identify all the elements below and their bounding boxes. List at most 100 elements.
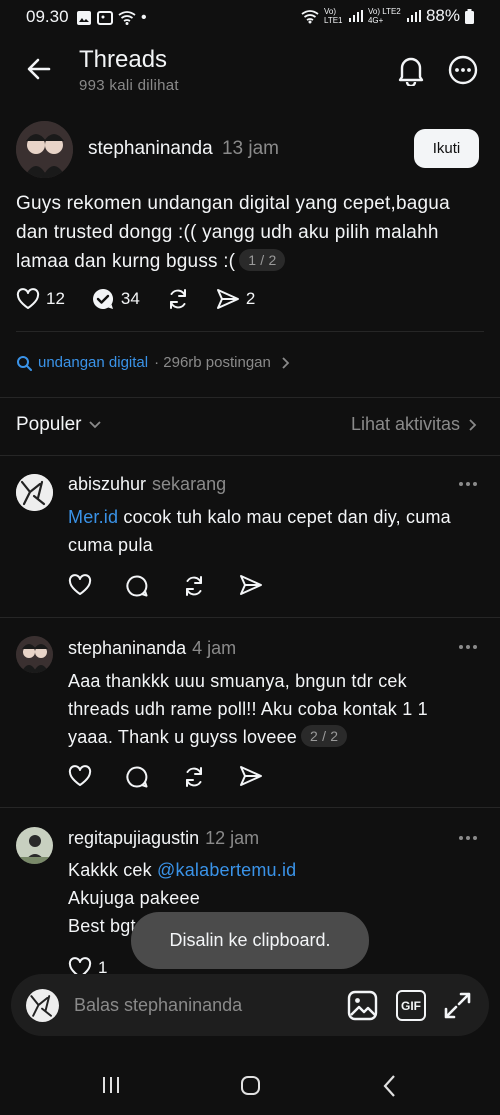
post-line-1: Guys rekomen undangan digital yang cepet…	[16, 193, 450, 214]
wifi-status-icon	[118, 11, 136, 25]
reply-username[interactable]: abiszuhur	[68, 474, 146, 494]
reply-mention[interactable]: @kalabertemu.id	[157, 860, 296, 880]
avatar-image	[16, 121, 73, 178]
home-button[interactable]	[240, 1075, 261, 1096]
send-icon[interactable]	[239, 574, 263, 596]
reply-header: stephaninanda 4 jam	[68, 638, 236, 659]
repost-icon[interactable]	[182, 765, 206, 789]
repost-button[interactable]	[166, 287, 190, 311]
comment-icon[interactable]	[125, 765, 149, 789]
attach-image-button[interactable]	[347, 990, 378, 1021]
topic-meta: · 296rb postingan	[154, 354, 271, 371]
home-icon	[241, 1076, 260, 1095]
sort-dropdown[interactable]: Populer	[16, 414, 102, 436]
avatar-image	[16, 636, 53, 673]
avatar-image	[16, 474, 53, 511]
reply-body: Mer.id cocok tuh kalo mau cepet dan diy,…	[68, 503, 488, 559]
reply-bubble-check-icon	[92, 288, 113, 309]
reply-line-3-row: yaaa. Thank u guyss loveee 2 / 2	[68, 723, 488, 751]
wifi-icon	[301, 9, 319, 23]
repost-icon[interactable]	[182, 574, 206, 598]
share-button[interactable]: 2	[216, 288, 255, 310]
reply-line-2: threads udh rame poll!! Aku coba kontak …	[68, 699, 428, 719]
follow-button[interactable]: Ikuti	[414, 129, 479, 168]
status-right: Vo) LTE1 Vo) LTE2 4G+ 88%	[301, 6, 474, 26]
post-actions: 12 34 2	[16, 287, 281, 311]
send-icon	[216, 289, 239, 309]
back-chevron-icon	[383, 1075, 395, 1097]
reply-link[interactable]: Mer.id	[68, 507, 118, 527]
reply-line-2: cuma pula	[68, 535, 153, 555]
status-bar: 09.30 • Vo) LTE1 Vo) LTE2 4G+ 88%	[0, 0, 500, 34]
divider	[16, 331, 484, 332]
reply-time: 4 jam	[192, 638, 237, 658]
notifications-button[interactable]	[396, 54, 426, 86]
reply-line-1: Kakkk cek	[68, 860, 158, 880]
more-options-button[interactable]	[448, 55, 478, 85]
image-icon	[347, 990, 378, 1021]
send-icon[interactable]	[239, 765, 263, 787]
signal-2-label: Vo) LTE2 4G+	[367, 7, 401, 25]
signal-icon-2	[406, 10, 421, 22]
status-notification-icons: •	[76, 9, 147, 27]
reply-actions	[68, 574, 263, 598]
post-time: 13 jam	[221, 138, 279, 159]
page-title: Threads	[79, 46, 168, 73]
like-count: 12	[46, 289, 65, 308]
more-circle-icon	[448, 55, 478, 85]
view-activity-link[interactable]: Lihat aktivitas	[351, 414, 478, 435]
signal-1-label: Vo) LTE1	[323, 7, 343, 25]
chevron-right-icon	[282, 356, 290, 369]
share-count: 2	[245, 289, 256, 308]
signal-icon	[348, 10, 363, 22]
battery-icon	[465, 8, 474, 24]
bell-icon	[398, 57, 424, 86]
expand-button[interactable]	[443, 991, 472, 1020]
avatar[interactable]	[16, 474, 53, 511]
heart-icon	[16, 288, 40, 309]
comment-icon[interactable]	[125, 574, 149, 598]
heart-icon[interactable]	[68, 765, 92, 787]
reply-input[interactable]: Balas stephaninanda	[74, 995, 242, 1016]
reply-button[interactable]: 34	[91, 287, 140, 311]
gif-button[interactable]: GIF	[396, 990, 426, 1021]
gif-label: GIF	[401, 998, 421, 1013]
reply-more-button[interactable]	[459, 482, 479, 486]
back-nav-button[interactable]	[382, 1074, 398, 1098]
post-line-2: dan trusted dongg :(( yangg udh aku pili…	[16, 222, 439, 243]
reply-body: Aaa thankkk uuu smuanya, bngun tdr cek t…	[68, 667, 488, 751]
search-icon	[17, 355, 32, 371]
reply-line-2: Akujuga pakeee	[68, 888, 200, 908]
avatar[interactable]	[16, 827, 53, 864]
reply-more-button[interactable]	[459, 836, 479, 840]
post-line-3: lamaa dan kurng bguss :(1 / 2	[16, 247, 486, 276]
section-divider	[0, 397, 500, 398]
avatar[interactable]	[16, 636, 53, 673]
reply-count: 34	[120, 289, 140, 308]
post-line-3-text: lamaa dan kurng bguss :(	[16, 251, 236, 272]
recent-apps-button[interactable]	[101, 1075, 121, 1095]
heart-icon[interactable]	[68, 574, 92, 596]
reply-line-3: yaaa. Thank u guyss loveee	[68, 727, 298, 747]
repost-icon	[169, 289, 186, 309]
status-dot: •	[141, 9, 147, 26]
avatar[interactable]	[16, 121, 73, 178]
image-icon	[97, 11, 113, 25]
view-count: 993 kali dilihat	[79, 77, 179, 94]
sort-label: Populer	[16, 414, 82, 435]
reply-username[interactable]: stephaninanda	[68, 638, 186, 658]
post-username[interactable]: stephaninanda	[88, 138, 213, 159]
reply-header: regitapujiagustin 12 jam	[68, 828, 259, 849]
reply-header: abiszuhur sekarang	[68, 474, 226, 495]
topic-tag[interactable]: undangan digital · 296rb postingan	[16, 354, 291, 371]
avatar-image	[26, 989, 59, 1022]
page-indicator: 1 / 2	[239, 249, 286, 271]
reply-time: sekarang	[152, 474, 227, 494]
reply-time: 12 jam	[205, 828, 260, 848]
reply-username[interactable]: regitapujiagustin	[68, 828, 199, 848]
like-button[interactable]: 12	[16, 288, 65, 310]
back-button[interactable]	[25, 55, 53, 83]
chevron-down-icon	[88, 421, 101, 429]
reply-divider	[0, 617, 500, 618]
reply-more-button[interactable]	[459, 645, 479, 649]
